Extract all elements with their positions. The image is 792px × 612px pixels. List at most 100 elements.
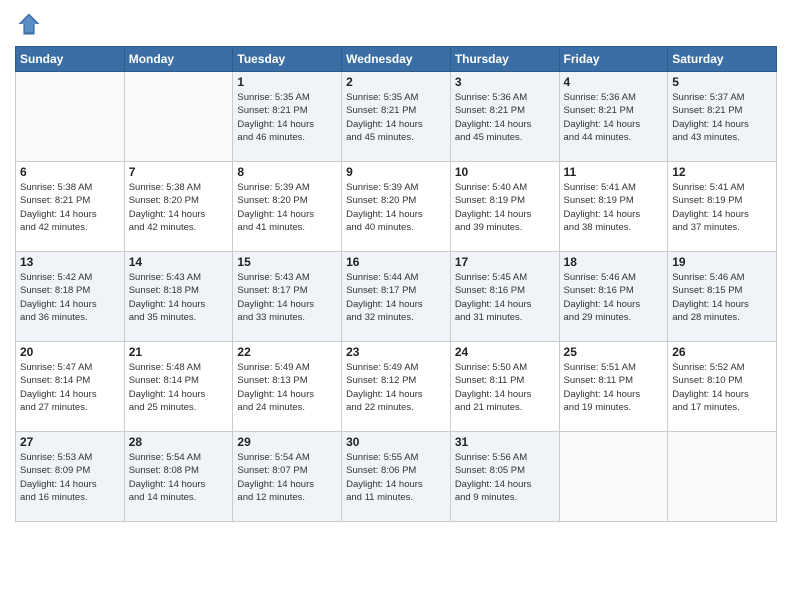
logo-icon [15, 10, 43, 38]
day-info: Sunrise: 5:47 AMSunset: 8:14 PMDaylight:… [20, 361, 120, 414]
day-info: Sunrise: 5:45 AMSunset: 8:16 PMDaylight:… [455, 271, 555, 324]
calendar-body: 1 Sunrise: 5:35 AMSunset: 8:21 PMDaylight… [16, 72, 777, 522]
day-number: 4 [564, 75, 664, 89]
day-number: 29 [237, 435, 337, 449]
calendar-cell: 12 Sunrise: 5:41 AMSunset: 8:19 PMDayligh… [668, 162, 777, 252]
calendar-cell: 14 Sunrise: 5:43 AMSunset: 8:18 PMDayligh… [124, 252, 233, 342]
calendar-cell: 17 Sunrise: 5:45 AMSunset: 8:16 PMDayligh… [450, 252, 559, 342]
weekday-header-saturday: Saturday [668, 47, 777, 72]
calendar-week-1: 1 Sunrise: 5:35 AMSunset: 8:21 PMDaylight… [16, 72, 777, 162]
calendar-cell: 26 Sunrise: 5:52 AMSunset: 8:10 PMDayligh… [668, 342, 777, 432]
weekday-header-sunday: Sunday [16, 47, 125, 72]
day-info: Sunrise: 5:49 AMSunset: 8:12 PMDaylight:… [346, 361, 446, 414]
day-info: Sunrise: 5:52 AMSunset: 8:10 PMDaylight:… [672, 361, 772, 414]
day-number: 30 [346, 435, 446, 449]
day-info: Sunrise: 5:46 AMSunset: 8:16 PMDaylight:… [564, 271, 664, 324]
day-info: Sunrise: 5:50 AMSunset: 8:11 PMDaylight:… [455, 361, 555, 414]
day-number: 8 [237, 165, 337, 179]
day-info: Sunrise: 5:53 AMSunset: 8:09 PMDaylight:… [20, 451, 120, 504]
day-number: 28 [129, 435, 229, 449]
calendar-cell: 10Sunrise: 5:40 AMSunset: 8:19 PMDayligh… [450, 162, 559, 252]
day-number: 23 [346, 345, 446, 359]
weekday-header-wednesday: Wednesday [342, 47, 451, 72]
calendar-cell: 28 Sunrise: 5:54 AMSunset: 8:08 PMDayligh… [124, 432, 233, 522]
day-info: Sunrise: 5:36 AMSunset: 8:21 PMDaylight:… [564, 91, 664, 144]
calendar-cell: 29 Sunrise: 5:54 AMSunset: 8:07 PMDayligh… [233, 432, 342, 522]
calendar-cell: 4 Sunrise: 5:36 AMSunset: 8:21 PMDaylight… [559, 72, 668, 162]
weekday-header-thursday: Thursday [450, 47, 559, 72]
calendar-cell: 13 Sunrise: 5:42 AMSunset: 8:18 PMDayligh… [16, 252, 125, 342]
day-number: 17 [455, 255, 555, 269]
day-number: 5 [672, 75, 772, 89]
calendar-cell: 8 Sunrise: 5:39 AMSunset: 8:20 PMDaylight… [233, 162, 342, 252]
day-info: Sunrise: 5:43 AMSunset: 8:18 PMDaylight:… [129, 271, 229, 324]
calendar-cell: 30 Sunrise: 5:55 AMSunset: 8:06 PMDayligh… [342, 432, 451, 522]
day-info: Sunrise: 5:41 AMSunset: 8:19 PMDaylight:… [672, 181, 772, 234]
day-number: 26 [672, 345, 772, 359]
calendar-week-3: 13 Sunrise: 5:42 AMSunset: 8:18 PMDayligh… [16, 252, 777, 342]
day-info: Sunrise: 5:55 AMSunset: 8:06 PMDaylight:… [346, 451, 446, 504]
calendar-cell: 16 Sunrise: 5:44 AMSunset: 8:17 PMDayligh… [342, 252, 451, 342]
calendar-week-2: 6 Sunrise: 5:38 AMSunset: 8:21 PMDaylight… [16, 162, 777, 252]
day-number: 12 [672, 165, 772, 179]
calendar-cell: 15 Sunrise: 5:43 AMSunset: 8:17 PMDayligh… [233, 252, 342, 342]
calendar-cell: 25 Sunrise: 5:51 AMSunset: 8:11 PMDayligh… [559, 342, 668, 432]
day-info: Sunrise: 5:44 AMSunset: 8:17 PMDaylight:… [346, 271, 446, 324]
day-number: 14 [129, 255, 229, 269]
day-number: 19 [672, 255, 772, 269]
weekday-header-tuesday: Tuesday [233, 47, 342, 72]
day-info: Sunrise: 5:35 AMSunset: 8:21 PMDaylight:… [346, 91, 446, 144]
day-number: 11 [564, 165, 664, 179]
calendar-week-4: 20 Sunrise: 5:47 AMSunset: 8:14 PMDayligh… [16, 342, 777, 432]
day-info: Sunrise: 5:56 AMSunset: 8:05 PMDaylight:… [455, 451, 555, 504]
day-number: 9 [346, 165, 446, 179]
day-number: 21 [129, 345, 229, 359]
calendar-cell: 5 Sunrise: 5:37 AMSunset: 8:21 PMDaylight… [668, 72, 777, 162]
day-info: Sunrise: 5:41 AMSunset: 8:19 PMDaylight:… [564, 181, 664, 234]
day-info: Sunrise: 5:54 AMSunset: 8:08 PMDaylight:… [129, 451, 229, 504]
day-number: 6 [20, 165, 120, 179]
calendar-cell: 18Sunrise: 5:46 AMSunset: 8:16 PMDayligh… [559, 252, 668, 342]
page-header [15, 10, 777, 38]
day-info: Sunrise: 5:43 AMSunset: 8:17 PMDaylight:… [237, 271, 337, 324]
calendar-cell [124, 72, 233, 162]
day-info: Sunrise: 5:42 AMSunset: 8:18 PMDaylight:… [20, 271, 120, 324]
calendar-header: SundayMondayTuesdayWednesdayThursdayFrid… [16, 47, 777, 72]
calendar-cell: 22Sunrise: 5:49 AMSunset: 8:13 PMDayligh… [233, 342, 342, 432]
day-number: 13 [20, 255, 120, 269]
day-info: Sunrise: 5:51 AMSunset: 8:11 PMDaylight:… [564, 361, 664, 414]
day-info: Sunrise: 5:35 AMSunset: 8:21 PMDaylight:… [237, 91, 337, 144]
day-info: Sunrise: 5:39 AMSunset: 8:20 PMDaylight:… [237, 181, 337, 234]
weekday-header-monday: Monday [124, 47, 233, 72]
day-number: 15 [237, 255, 337, 269]
calendar-cell: 24Sunrise: 5:50 AMSunset: 8:11 PMDayligh… [450, 342, 559, 432]
day-info: Sunrise: 5:38 AMSunset: 8:20 PMDaylight:… [129, 181, 229, 234]
day-info: Sunrise: 5:39 AMSunset: 8:20 PMDaylight:… [346, 181, 446, 234]
day-number: 25 [564, 345, 664, 359]
calendar-cell: 9 Sunrise: 5:39 AMSunset: 8:20 PMDaylight… [342, 162, 451, 252]
calendar-cell: 7 Sunrise: 5:38 AMSunset: 8:20 PMDaylight… [124, 162, 233, 252]
day-info: Sunrise: 5:54 AMSunset: 8:07 PMDaylight:… [237, 451, 337, 504]
day-info: Sunrise: 5:36 AMSunset: 8:21 PMDaylight:… [455, 91, 555, 144]
day-number: 2 [346, 75, 446, 89]
day-number: 1 [237, 75, 337, 89]
weekday-header-friday: Friday [559, 47, 668, 72]
calendar-table: SundayMondayTuesdayWednesdayThursdayFrid… [15, 46, 777, 522]
day-info: Sunrise: 5:37 AMSunset: 8:21 PMDaylight:… [672, 91, 772, 144]
day-number: 16 [346, 255, 446, 269]
calendar-cell: 27Sunrise: 5:53 AMSunset: 8:09 PMDayligh… [16, 432, 125, 522]
calendar-cell: 11 Sunrise: 5:41 AMSunset: 8:19 PMDayligh… [559, 162, 668, 252]
calendar-cell: 20 Sunrise: 5:47 AMSunset: 8:14 PMDayligh… [16, 342, 125, 432]
day-info: Sunrise: 5:40 AMSunset: 8:19 PMDaylight:… [455, 181, 555, 234]
calendar-cell: 31Sunrise: 5:56 AMSunset: 8:05 PMDayligh… [450, 432, 559, 522]
calendar-cell: 21 Sunrise: 5:48 AMSunset: 8:14 PMDayligh… [124, 342, 233, 432]
calendar-cell: 1 Sunrise: 5:35 AMSunset: 8:21 PMDaylight… [233, 72, 342, 162]
calendar-week-5: 27Sunrise: 5:53 AMSunset: 8:09 PMDayligh… [16, 432, 777, 522]
day-info: Sunrise: 5:48 AMSunset: 8:14 PMDaylight:… [129, 361, 229, 414]
day-number: 20 [20, 345, 120, 359]
day-number: 7 [129, 165, 229, 179]
day-info: Sunrise: 5:49 AMSunset: 8:13 PMDaylight:… [237, 361, 337, 414]
day-info: Sunrise: 5:38 AMSunset: 8:21 PMDaylight:… [20, 181, 120, 234]
calendar-cell: 23 Sunrise: 5:49 AMSunset: 8:12 PMDayligh… [342, 342, 451, 432]
calendar-cell: 3Sunrise: 5:36 AMSunset: 8:21 PMDaylight… [450, 72, 559, 162]
